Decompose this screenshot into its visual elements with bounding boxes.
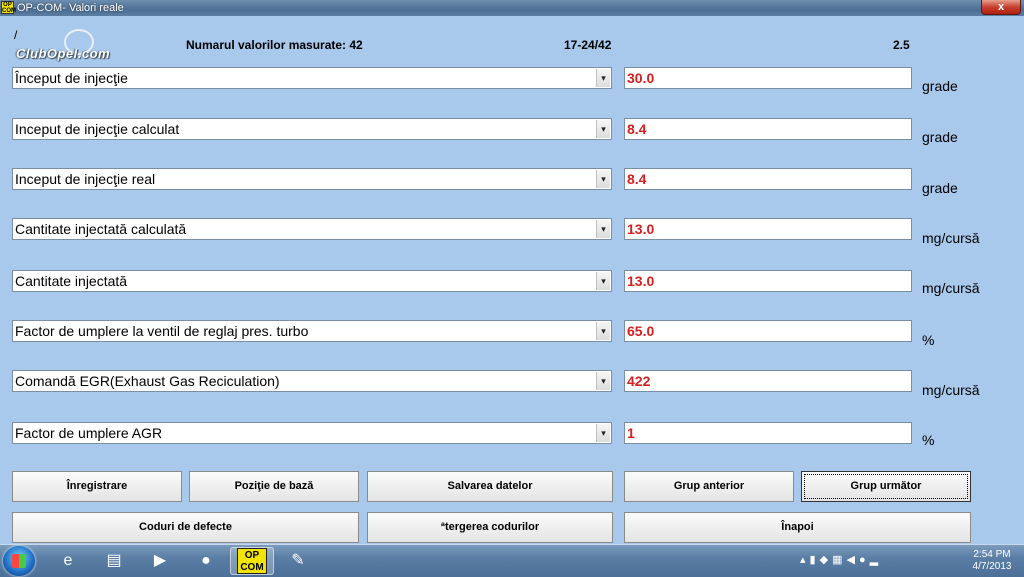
base-position-button[interactable]: Poziţie de bază [189,471,359,502]
windows-start-icon[interactable] [3,546,35,576]
unit-label-3: grade [922,180,958,196]
value-field-4[interactable]: 13.0 [624,218,912,240]
value-field-8[interactable]: 1 [624,422,912,444]
battery-icon[interactable]: ▮ [810,554,820,566]
parameter-select-1[interactable]: Început de injecţie ▾ [12,67,612,89]
unit-label-6: % [922,332,935,348]
alert-icon[interactable]: ● [859,554,870,566]
unit-label-1: grade [922,78,958,94]
main-panel: / ClubOpel.com Numarul valorilor masurat… [0,16,1024,544]
file-explorer-icon[interactable]: ▤ [92,547,136,575]
measured-values-count: Numarul valorilor masurate: 42 [186,38,363,52]
parameter-select-8[interactable]: Factor de umplere AGR ▾ [12,422,612,444]
chevron-down-icon[interactable]: ▾ [596,424,610,442]
title-bar: OP COM OP-COM- Valori reale x [0,0,1024,16]
next-group-button[interactable]: Grup următor [801,471,971,502]
chevron-down-icon[interactable]: ▾ [596,322,610,340]
chevron-down-icon[interactable]: ▾ [596,220,610,238]
value-field-1[interactable]: 30.0 [624,67,912,89]
parameter-select-6[interactable]: Factor de umplere la ventil de reglaj pr… [12,320,612,342]
parameter-select-2[interactable]: Inceput de injecţie calculat ▾ [12,118,612,140]
system-clock[interactable]: 2:54 PM 4/7/2013 [962,549,1022,573]
opcom-taskbar-icon: OP COM [237,548,267,574]
value-field-3[interactable]: 8.4 [624,168,912,190]
value-field-2[interactable]: 8.4 [624,118,912,140]
save-data-button[interactable]: Salvarea datelor [367,471,613,502]
fault-codes-button[interactable]: Coduri de defecte [12,512,359,543]
unit-label-4: mg/cursă [922,230,980,246]
back-button[interactable]: Înapoi [624,512,971,543]
volume-icon[interactable]: ◀ [846,554,858,566]
close-button[interactable]: x [981,0,1021,15]
chevron-down-icon[interactable]: ▾ [596,120,610,138]
clock-time: 2:54 PM [973,549,1011,560]
parameter-select-4[interactable]: Cantitate injectată calculată ▾ [12,218,612,240]
record-button[interactable]: Înregistrare [12,471,182,502]
taskbar: e ▤ ▶ ● OP COM ✎ ▴▮◆▦◀●▂ 2:54 PM 4/7/2013 [0,544,1024,577]
shield-icon[interactable]: ◆ [820,554,832,566]
firefox-icon[interactable]: ● [184,547,228,575]
signal-icon[interactable]: ▂ [870,554,882,566]
unit-label-7: mg/cursă [922,382,980,398]
chevron-down-icon[interactable]: ▾ [596,170,610,188]
value-field-5[interactable]: 13.0 [624,270,912,292]
media-player-icon[interactable]: ▶ [138,547,182,575]
system-tray[interactable]: ▴▮◆▦◀●▂ [800,553,882,566]
unit-label-8: % [922,432,935,448]
group-range: 17-24/42 [564,38,612,52]
opcom-app-icon: OP COM [1,1,16,14]
tray-arrow-icon[interactable]: ▴ [800,554,810,566]
clear-codes-button[interactable]: ªtergerea codurilor [367,512,613,543]
status-slash: / [14,28,18,42]
chevron-down-icon[interactable]: ▾ [596,272,610,290]
internet-explorer-icon[interactable]: e [46,547,90,575]
value-field-7[interactable]: 422 [624,370,912,392]
parameter-select-7[interactable]: Comandă EGR(Exhaust Gas Reciculation) ▾ [12,370,612,392]
unit-label-5: mg/cursă [922,280,980,296]
clock-date: 4/7/2013 [972,561,1012,572]
previous-group-button[interactable]: Grup anterior [624,471,794,502]
chevron-down-icon[interactable]: ▾ [596,69,610,87]
value-field-6[interactable]: 65.0 [624,320,912,342]
parameter-select-5[interactable]: Cantitate injectată ▾ [12,270,612,292]
unit-label-2: grade [922,129,958,145]
window-title: OP-COM- Valori reale [17,2,124,14]
paint-icon[interactable]: ✎ [276,547,320,575]
network-icon[interactable]: ▦ [832,554,846,566]
version-label: 2.5 [893,38,910,52]
parameter-select-3[interactable]: Inceput de injecţie real ▾ [12,168,612,190]
chevron-down-icon[interactable]: ▾ [596,372,610,390]
